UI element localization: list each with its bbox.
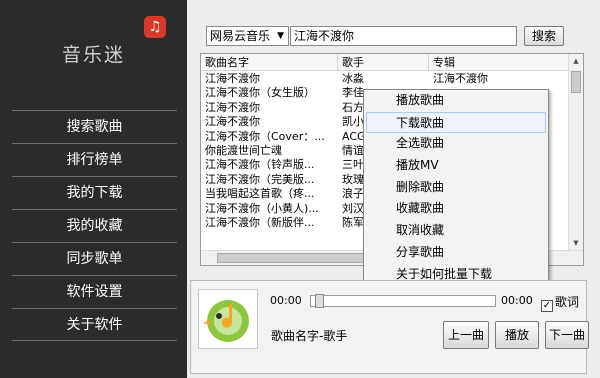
context-menu-item[interactable]: 全选歌曲 bbox=[364, 133, 548, 155]
now-playing-info: 歌曲名字-歌手 bbox=[271, 329, 348, 343]
cell-title: 你能渡世间亡魂 bbox=[205, 143, 282, 157]
time-elapsed: 00:00 bbox=[270, 294, 302, 307]
scroll-thumb-horizontal[interactable] bbox=[217, 253, 367, 263]
cell-title: 江海不渡你（完美版... bbox=[205, 172, 315, 186]
scroll-up-icon[interactable]: ▲ bbox=[569, 54, 583, 68]
scroll-thumb[interactable] bbox=[571, 71, 581, 93]
cell-title: 江海不渡你（女生版） bbox=[205, 86, 315, 100]
app-title: 音乐迷 bbox=[61, 44, 125, 66]
context-menu-item[interactable]: 分享歌曲 bbox=[364, 242, 548, 264]
column-header-album[interactable]: 专辑 bbox=[429, 54, 569, 71]
player-panel: 00:00 00:00 ✓ 歌词 歌曲名字-歌手 上一曲 播放 下一曲 bbox=[190, 280, 589, 374]
sidebar-nav: 搜索歌曲 排行榜单 我的下载 我的收藏 同步歌单 软件设置 关于软件 bbox=[12, 110, 177, 341]
cell-title: 江海不渡你（铃声版... bbox=[205, 158, 315, 172]
cell-title: 江海不渡你（小黄人)... bbox=[205, 201, 319, 215]
source-select[interactable]: 网易云音乐 ▼ bbox=[206, 26, 289, 46]
sidebar-item-about[interactable]: 关于软件 bbox=[12, 308, 177, 341]
scroll-down-icon[interactable]: ▼ bbox=[569, 236, 583, 250]
search-input[interactable]: 江海不渡你 bbox=[290, 26, 517, 46]
album-art bbox=[198, 289, 258, 349]
table-header: 歌曲名字 歌手 专辑 bbox=[201, 54, 569, 71]
context-menu-item[interactable]: 播放MV bbox=[364, 155, 548, 177]
sidebar-item-downloads[interactable]: 我的下载 bbox=[12, 176, 177, 209]
search-button[interactable]: 搜索 bbox=[524, 26, 564, 46]
time-total: 00:00 bbox=[501, 294, 533, 307]
album-art-icon bbox=[203, 300, 249, 342]
chevron-down-icon: ▼ bbox=[277, 31, 284, 41]
context-menu-item[interactable]: 下载歌曲 bbox=[366, 111, 546, 134]
cell-artist: 冰淼 bbox=[342, 72, 364, 85]
vertical-scrollbar[interactable]: ▲ ▼ bbox=[568, 54, 583, 250]
cell-title: 江海不渡你 bbox=[205, 72, 260, 85]
previous-button[interactable]: 上一曲 bbox=[443, 321, 489, 349]
lyrics-toggle[interactable]: ✓ 歌词 bbox=[541, 293, 579, 312]
sidebar-item-favorites[interactable]: 我的收藏 bbox=[12, 209, 177, 242]
cell-title: 江海不渡你（Cover：... bbox=[205, 129, 325, 143]
sidebar-item-search[interactable]: 搜索歌曲 bbox=[12, 110, 177, 143]
context-menu: 播放歌曲 下载歌曲 全选歌曲 播放MV 删除歌曲 收藏歌曲 取消收藏 分享歌曲 关于如何批量下载 bbox=[363, 89, 549, 287]
progress-knob[interactable] bbox=[315, 294, 324, 308]
column-header-artist[interactable]: 歌手 bbox=[338, 54, 429, 71]
sidebar-item-charts[interactable]: 排行榜单 bbox=[12, 143, 177, 176]
context-menu-item[interactable]: 收藏歌曲 bbox=[364, 198, 548, 220]
cell-title: 江海不渡你 bbox=[205, 100, 260, 114]
context-menu-item[interactable]: 播放歌曲 bbox=[364, 90, 548, 112]
lyrics-checkbox[interactable]: ✓ bbox=[541, 300, 553, 312]
column-header-title[interactable]: 歌曲名字 bbox=[201, 54, 338, 71]
next-button[interactable]: 下一曲 bbox=[545, 321, 589, 349]
table-row[interactable]: 江海不渡你 冰淼 江海不渡你 bbox=[201, 72, 569, 86]
music-note-icon: ♫ bbox=[144, 16, 166, 38]
sidebar-item-sync[interactable]: 同步歌单 bbox=[12, 242, 177, 275]
lyrics-label: 歌词 bbox=[555, 295, 580, 309]
sidebar-item-settings[interactable]: 软件设置 bbox=[12, 275, 177, 308]
source-select-value: 网易云音乐 bbox=[210, 29, 271, 43]
context-menu-item[interactable]: 取消收藏 bbox=[364, 220, 548, 242]
sidebar: 音乐迷 ♫ 搜索歌曲 排行榜单 我的下载 我的收藏 同步歌单 软件设置 关于软件 bbox=[0, 0, 187, 378]
play-button[interactable]: 播放 bbox=[495, 321, 539, 349]
cell-album: 江海不渡你 bbox=[433, 72, 488, 85]
progress-slider[interactable] bbox=[310, 294, 496, 308]
cell-title: 当我唱起这首歌（疼... bbox=[205, 187, 315, 201]
cell-title: 江海不渡你（新版伴... bbox=[205, 215, 315, 229]
context-menu-item[interactable]: 删除歌曲 bbox=[364, 177, 548, 199]
cell-title: 江海不渡你 bbox=[205, 115, 260, 129]
